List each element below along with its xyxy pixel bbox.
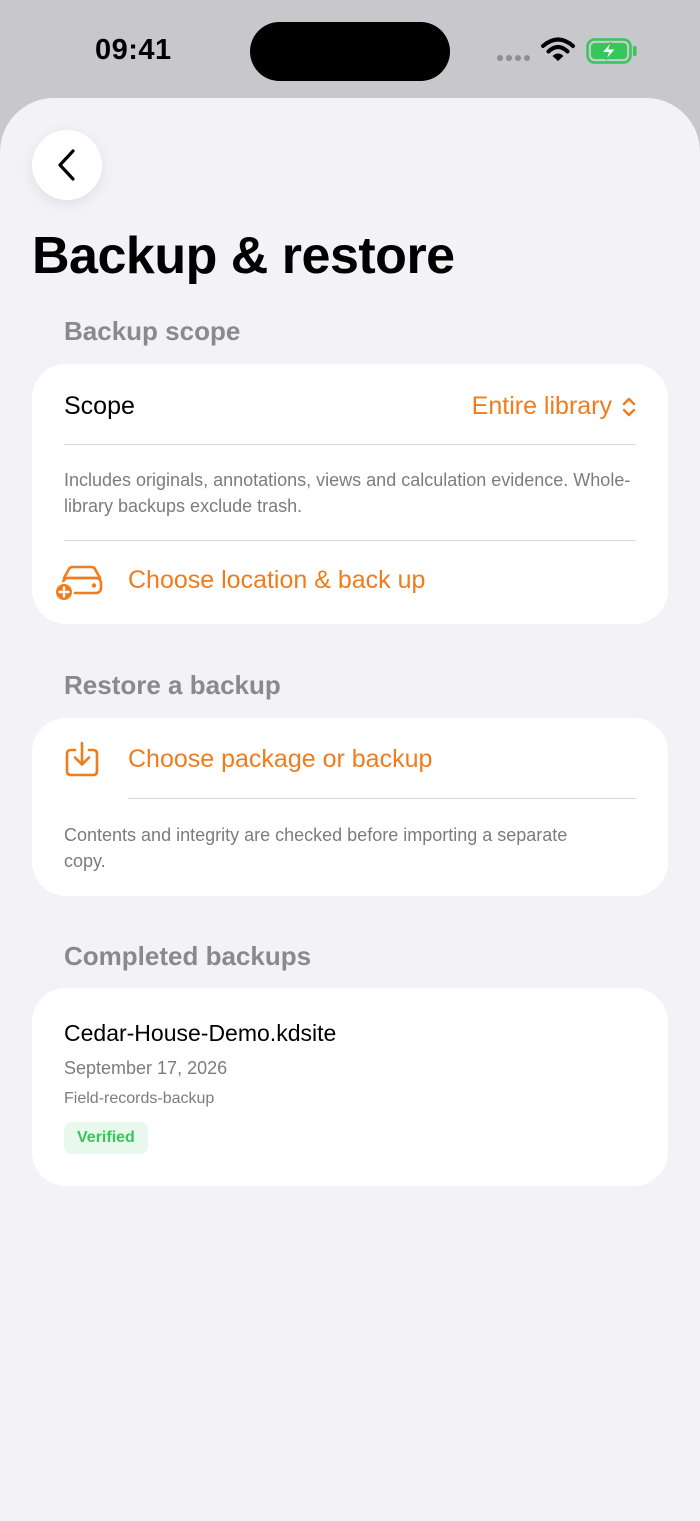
status-time: 09:41 [95, 34, 172, 66]
battery-charging-icon [586, 38, 637, 64]
page-title: Backup & restore [32, 227, 455, 285]
back-button[interactable] [32, 130, 102, 200]
choose-package-label: Choose package or backup [128, 745, 433, 773]
choose-package-button[interactable]: Choose package or backup [32, 718, 668, 800]
status-badge: Verified [64, 1122, 148, 1154]
wifi-icon [541, 37, 575, 61]
choose-location-backup-label: Choose location & back up [128, 566, 426, 594]
backup-scope-description: Includes originals, annotations, views a… [64, 470, 631, 516]
status-bar: 09:41 [0, 0, 700, 100]
restore-description: Contents and integrity are checked befor… [64, 825, 568, 871]
section-header-backup-scope: Backup scope [64, 316, 241, 346]
backup-scope-card: Scope Entire library Includes originals,… [32, 364, 668, 624]
import-icon [65, 741, 99, 777]
choose-location-backup-button[interactable]: Choose location & back up [32, 540, 668, 624]
backup-file-name: Cedar-House-Demo.kdsite [64, 1020, 337, 1046]
backup-file-date: September 17, 2026 [64, 1058, 228, 1078]
restore-card: Choose package or backup Contents and in… [32, 718, 668, 896]
section-header-completed: Completed backups [64, 941, 312, 971]
drive-add-icon [54, 565, 103, 602]
divider [64, 444, 636, 445]
chevron-up-down-icon [622, 397, 636, 416]
settings-sheet: Backup & restore Backup scope Scope Enti… [0, 98, 700, 1521]
scope-row: Scope Entire library [64, 392, 636, 432]
dynamic-island [250, 22, 450, 81]
completed-backup-card[interactable]: Cedar-House-Demo.kdsite September 17, 20… [32, 988, 668, 1186]
chevron-left-icon [58, 149, 75, 181]
scope-label: Scope [64, 392, 135, 420]
section-header-restore: Restore a backup [64, 670, 281, 700]
scope-value: Entire library [471, 392, 612, 420]
scope-picker[interactable]: Entire library [472, 392, 636, 421]
backup-file-tag: Field-records-backup [64, 1090, 215, 1107]
signal-icon [497, 55, 530, 61]
divider [128, 798, 636, 799]
